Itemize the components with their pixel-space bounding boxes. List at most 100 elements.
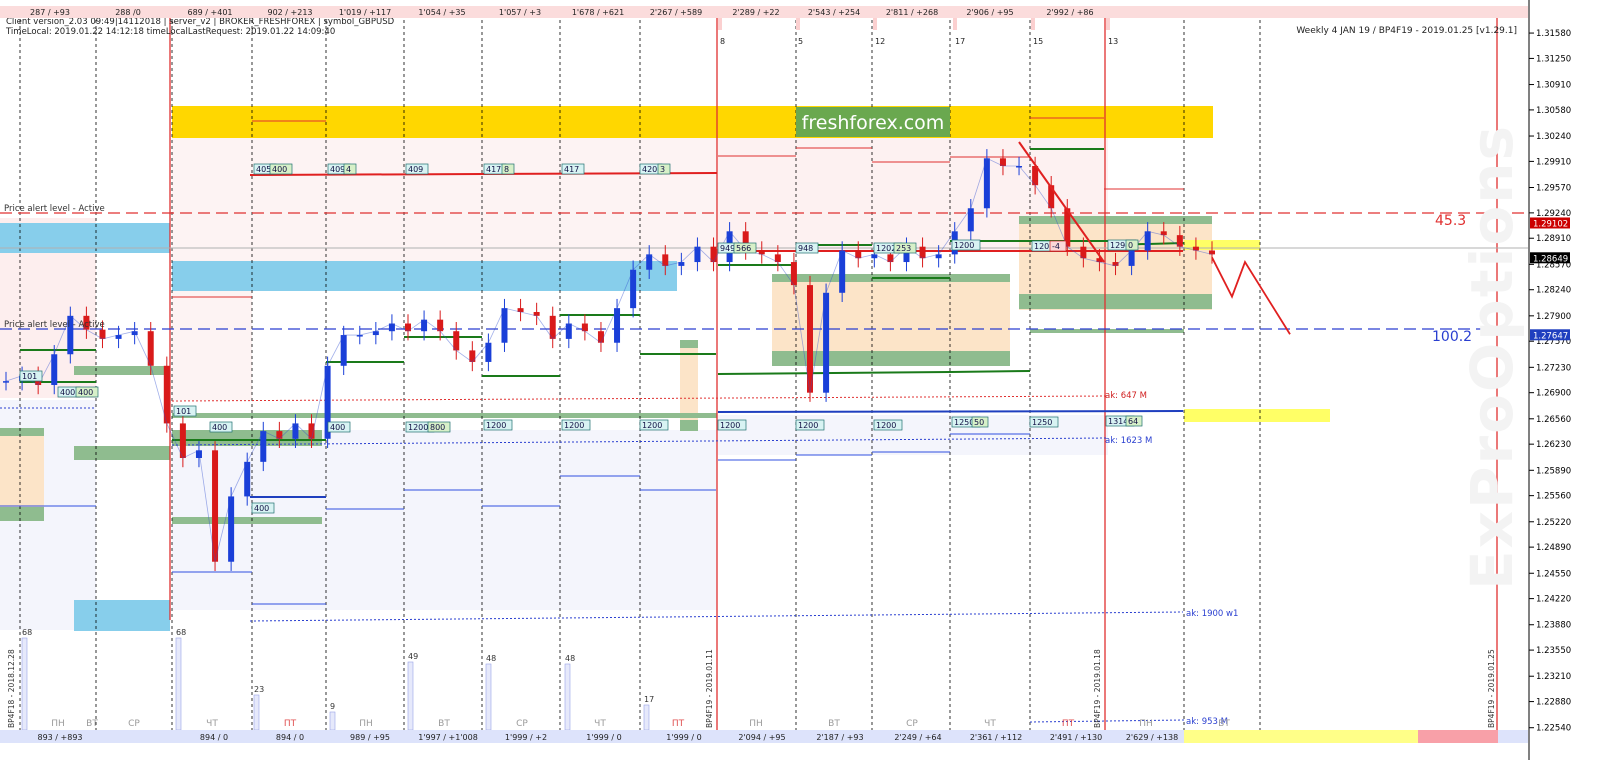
- bottom-strip-label: 894 / 0: [200, 733, 228, 742]
- price-alert-label: Price alert level - Active: [4, 204, 105, 214]
- top-strip-label: 1'054 / +35: [418, 8, 465, 17]
- zone-blue: [74, 600, 170, 631]
- level-info-text: 8: [504, 165, 509, 174]
- level-info-text: 400: [78, 388, 93, 397]
- top-strip-label: 288 /0: [115, 8, 141, 17]
- zone-green: [0, 507, 44, 521]
- price-tick-label: 1.31250: [1536, 54, 1571, 64]
- bottom-strip-label: 2'094 / +95: [738, 733, 785, 742]
- zone-green: [680, 420, 698, 431]
- top-strip-label: 2'289 / +22: [732, 8, 779, 17]
- bottom-strip-label: 1'999 / 0: [586, 733, 621, 742]
- level-info-text: 1250: [1032, 418, 1052, 427]
- volume-label: 68: [22, 628, 32, 637]
- volume-bar: [21, 637, 28, 731]
- week-label: BP4F18 - 2018.12.28: [7, 649, 16, 728]
- top-strip-label: 2'543 / +254: [808, 8, 860, 17]
- watermark: ExProOptions: [1458, 124, 1526, 590]
- zone-green: [1019, 294, 1212, 309]
- volume-bar: [253, 694, 260, 731]
- zone-blue: [172, 261, 677, 291]
- bottom-strip-pink: [1418, 730, 1498, 743]
- day-label: ВТ: [86, 719, 98, 729]
- volume-bar: [407, 661, 414, 731]
- bottom-strip-label: 893 / +893: [37, 733, 82, 742]
- level-info-text: 1200: [798, 421, 818, 430]
- volume-bar: [175, 637, 182, 731]
- header-time-line: TimeLocal: 2019.01.22 14:12:18 timeLocal…: [5, 27, 335, 37]
- day-label: СР: [128, 719, 140, 729]
- bottom-strip-label: 2'629 / +138: [1126, 733, 1178, 742]
- level-info-text: 417: [564, 165, 579, 174]
- day-label: ПТ: [1062, 719, 1075, 729]
- bottom-strip-label: 2'361 / +112: [970, 733, 1022, 742]
- price-badge-label: 1.29102: [1533, 219, 1568, 229]
- top-strip-label: 1'678 / +621: [572, 8, 624, 17]
- annotation-text: ak: 1623 M: [1105, 436, 1152, 446]
- level-info-text: 400: [330, 423, 345, 432]
- day-label: ПТ: [672, 719, 685, 729]
- bottom-strip-yellow: [1184, 730, 1418, 743]
- zone-yellow: [1184, 409, 1330, 422]
- price-tick-label: 1.24890: [1536, 543, 1571, 553]
- zone-pink: [172, 280, 252, 400]
- level-info-text: 409: [408, 165, 423, 174]
- level-info-text: 566: [736, 244, 751, 253]
- day-label: ВТ: [828, 719, 840, 729]
- top-marker: [873, 18, 877, 30]
- level-info-text: 1200: [642, 421, 662, 430]
- top-marker-label: 17: [955, 37, 965, 46]
- day-label: ПН: [1139, 719, 1153, 729]
- top-strip-label: 1'019 / +117: [339, 8, 391, 17]
- top-marker-label: 12: [875, 37, 885, 46]
- week-label: BP4F19 - 2019.01.25: [1487, 649, 1496, 728]
- level-info-text: 400: [212, 423, 227, 432]
- level-info-text: 800: [430, 423, 445, 432]
- day-label: СР: [516, 719, 528, 729]
- price-tick-label: 1.23210: [1536, 672, 1571, 682]
- chart-root: freshforex.com ExProOptions 405 400 409 4 40…: [0, 0, 1600, 760]
- bottom-strip-label: 894 / 0: [276, 733, 304, 742]
- volume-label: 9: [330, 702, 335, 711]
- price-tick-label: 1.28910: [1536, 234, 1571, 244]
- level-info-text: 400: [254, 504, 269, 513]
- price-tick-label: 1.30580: [1536, 106, 1571, 116]
- volume-bar: [643, 704, 650, 731]
- volume-bar: [564, 663, 571, 731]
- level-info-text: 400: [60, 388, 75, 397]
- price-tick-label: 1.22880: [1536, 698, 1571, 708]
- top-marker: [1106, 18, 1110, 30]
- zone-peach: [0, 435, 44, 515]
- level-info-text: 4: [346, 165, 351, 174]
- price-tick-label: 1.27900: [1536, 312, 1571, 322]
- zone-green: [74, 446, 170, 460]
- price-tick-label: 1.29910: [1536, 157, 1571, 167]
- top-marker-label: 5: [798, 37, 803, 46]
- level-info-text: 405: [256, 165, 271, 174]
- level-info-text: 50: [974, 418, 984, 427]
- day-label: ВТ: [438, 719, 450, 729]
- bottom-strip-label: 2'249 / +64: [894, 733, 941, 742]
- level-number: 100.2: [1432, 329, 1472, 345]
- bottom-strip-label: 989 / +95: [350, 733, 390, 742]
- price-tick-label: 1.31580: [1536, 29, 1571, 39]
- week-label: BP4F19 - 2019.01.11: [705, 649, 714, 728]
- level-info-text: 1200: [954, 241, 974, 250]
- price-tick-label: 1.23550: [1536, 646, 1571, 656]
- volume-bar: [329, 711, 336, 731]
- level-info-text: 253: [896, 244, 911, 253]
- price-tick-label: 1.23880: [1536, 621, 1571, 631]
- freshforex-logo: freshforex.com: [796, 107, 950, 137]
- top-strip-label: 2'811 / +268: [886, 8, 938, 17]
- day-label: ПН: [749, 719, 763, 729]
- zone-green: [0, 428, 44, 436]
- top-strip-label: 2'992 / +86: [1046, 8, 1093, 17]
- top-marker-label: 8: [720, 37, 725, 46]
- price-tick-label: 1.25890: [1536, 466, 1571, 476]
- annotation-text: ak: 1900 w1: [1186, 609, 1238, 619]
- annotation-text: ak: 647 M: [1105, 391, 1147, 401]
- bottom-strip-label: 1'999 / 0: [666, 733, 701, 742]
- top-strip-label: 287 / +93: [30, 8, 70, 17]
- level-info-text: 1200: [876, 421, 896, 430]
- level-info-text: 0: [1128, 241, 1133, 250]
